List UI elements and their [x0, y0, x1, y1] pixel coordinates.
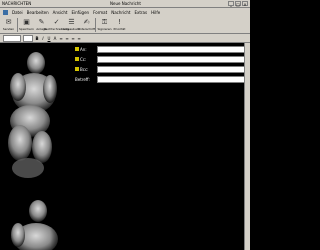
menu-bar: Datei Bearbeiten Ansicht Einfügen Format… [0, 8, 250, 16]
send-label: Senden [2, 27, 15, 31]
signature-button[interactable]: ✍ Unterschrift [77, 16, 96, 33]
close-button[interactable]: × [242, 1, 248, 7]
address-card-icon [75, 47, 79, 51]
to-label-button[interactable]: An: [75, 47, 97, 52]
save-button[interactable]: ▣ Speichern [19, 16, 34, 33]
sign-icon: ⚿ [101, 18, 108, 26]
toolbar: ✉ Senden ▣ Speichern ✎ Anlage ✓ Rechtsch… [0, 16, 250, 34]
header-row-cc: Cc: [75, 54, 245, 64]
send-button[interactable]: ✉ Senden [2, 16, 15, 33]
save-label: Speichern [19, 27, 34, 31]
align-right-button[interactable]: ≡ [71, 36, 75, 41]
header-row-subject: Betreff: [75, 74, 245, 84]
priority-icon: ! [118, 18, 121, 26]
format-bar: B I U A ≡ ≡ ≡ ≡ [0, 34, 250, 43]
menu-hilfe[interactable]: Hilfe [151, 10, 160, 15]
bcc-field[interactable] [97, 65, 245, 73]
app-icon [3, 9, 8, 15]
address-book-icon: ☰ [68, 18, 75, 26]
align-left-button[interactable]: ≡ [59, 36, 63, 41]
menu-bearbeiten[interactable]: Bearbeiten [27, 10, 49, 15]
maximize-button[interactable]: □ [235, 1, 241, 7]
toolbar-separator [95, 18, 96, 32]
header-row-bcc: Bcc: [75, 64, 245, 74]
italic-button[interactable]: I [41, 36, 45, 41]
signature-label: Unterschrift [77, 27, 96, 31]
to-field[interactable] [97, 45, 245, 53]
cc-label-button[interactable]: Cc: [75, 57, 97, 62]
save-icon: ▣ [23, 18, 30, 26]
menu-extras[interactable]: Extras [134, 10, 147, 15]
menu-einfuegen[interactable]: Einfügen [71, 10, 89, 15]
header-row-to: An: [75, 44, 245, 54]
size-select[interactable] [23, 34, 33, 42]
sign-button[interactable]: ⚿ Signieren [97, 16, 112, 33]
align-center-button[interactable]: ≡ [65, 36, 69, 41]
address-card-icon [75, 67, 79, 71]
bcc-label: Bcc: [80, 66, 89, 72]
send-icon: ✉ [5, 18, 12, 26]
window-left-title: NACHRICHTEN [2, 1, 32, 6]
spell-check-icon: ✓ [53, 18, 60, 26]
menu-datei[interactable]: Datei [12, 10, 23, 15]
vertical-scrollbar[interactable] [244, 43, 250, 250]
minimize-button[interactable]: _ [228, 1, 234, 7]
signature-icon: ✍ [83, 18, 90, 26]
subject-field[interactable] [97, 75, 245, 83]
justify-button[interactable]: ≡ [77, 36, 81, 41]
subject-label-wrap: Betreff: [75, 77, 97, 82]
priority-button[interactable]: ! Priorität [113, 16, 126, 33]
address-book-button[interactable]: ☰ Adressbuch [63, 16, 80, 33]
title-bar: NACHRICHTEN Neue Nachricht _ □ × [0, 0, 250, 8]
subject-label: Betreff: [75, 76, 90, 82]
priority-label: Priorität [113, 27, 126, 31]
message-headers: An: Cc: Bcc: Betreff: [75, 44, 245, 84]
menu-ansicht[interactable]: Ansicht [53, 10, 68, 15]
menu-nachricht[interactable]: Nachricht [111, 10, 130, 15]
attach-icon: ✎ [38, 18, 45, 26]
sign-label: Signieren [97, 27, 112, 31]
window-title: Neue Nachricht [110, 1, 141, 6]
menu-format[interactable]: Format [93, 10, 107, 15]
font-color-button[interactable]: A [53, 36, 57, 41]
toolbar-separator [17, 18, 18, 32]
bold-button[interactable]: B [35, 36, 39, 41]
spell-check-button[interactable]: ✓ Rechtschreibung [44, 16, 69, 33]
font-select[interactable] [3, 34, 21, 42]
cc-field[interactable] [97, 55, 245, 63]
cc-label: Cc: [80, 56, 87, 62]
to-label: An: [80, 46, 87, 52]
address-card-icon [75, 57, 79, 61]
stationery-background-image [0, 43, 68, 250]
underline-button[interactable]: U [47, 36, 51, 41]
bcc-label-button[interactable]: Bcc: [75, 67, 97, 72]
